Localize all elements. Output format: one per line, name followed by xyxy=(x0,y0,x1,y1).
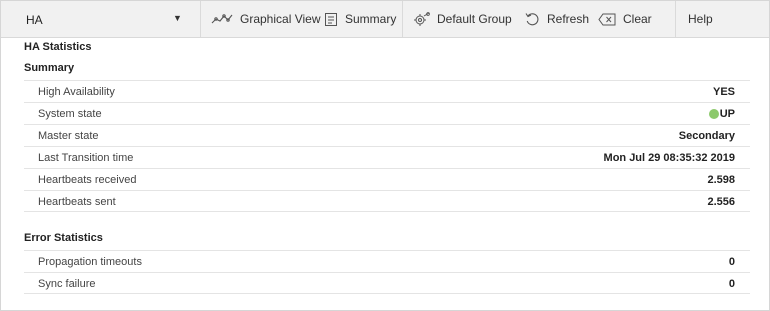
row-label: Sync failure xyxy=(38,278,96,290)
toolbar-divider xyxy=(675,1,676,37)
node-select-dropdown[interactable]: HA ▼ xyxy=(1,1,201,37)
table-row: Heartbeats received 2.598 xyxy=(24,168,750,190)
row-label: High Availability xyxy=(38,86,115,98)
graph-icon xyxy=(211,14,233,24)
summary-label: Summary xyxy=(345,12,397,26)
summary-button[interactable]: Summary xyxy=(324,1,396,37)
clear-button[interactable]: Clear xyxy=(598,1,652,37)
ha-statistics-panel: HA ▼ Graphical View Summary Default Grou… xyxy=(0,0,770,311)
default-group-label: Default Group xyxy=(437,12,512,26)
help-button[interactable]: Help xyxy=(688,1,713,37)
row-label: Last Transition time xyxy=(38,152,134,164)
row-value: 0 xyxy=(728,278,735,290)
row-value: 0 xyxy=(728,256,735,268)
gear-group-icon xyxy=(414,11,430,26)
row-label: Heartbeats received xyxy=(38,174,137,186)
table-row: Last Transition time Mon Jul 29 08:35:32… xyxy=(24,146,750,168)
table-row: Master state Secondary xyxy=(24,124,750,146)
dropdown-value: HA xyxy=(26,13,43,27)
row-value: UP xyxy=(719,108,735,120)
graphical-view-label: Graphical View xyxy=(240,12,321,26)
document-icon xyxy=(325,12,337,26)
row-value: 2.556 xyxy=(707,196,735,208)
default-group-button[interactable]: Default Group xyxy=(414,1,512,37)
error-section-title: Error Statistics xyxy=(24,232,103,244)
dropdown-arrow-icon: ▼ xyxy=(173,13,182,23)
table-row: System state UP xyxy=(24,102,750,124)
row-label: Propagation timeouts xyxy=(38,256,142,268)
system-state-value: UP xyxy=(708,108,735,120)
toolbar-divider xyxy=(402,1,403,37)
row-value: 2.598 xyxy=(707,174,735,186)
page-title: HA Statistics xyxy=(24,41,92,53)
row-value: Secondary xyxy=(678,130,735,142)
help-label: Help xyxy=(688,12,713,26)
table-row: Sync failure 0 xyxy=(24,272,750,294)
summary-section-title: Summary xyxy=(24,62,75,74)
toolbar: HA ▼ Graphical View Summary Default Grou… xyxy=(1,1,769,38)
clear-icon xyxy=(598,13,616,25)
refresh-icon xyxy=(525,12,539,25)
clear-label: Clear xyxy=(623,12,652,26)
row-value: Mon Jul 29 08:35:32 2019 xyxy=(603,152,735,164)
row-label: Master state xyxy=(38,130,99,142)
row-label: Heartbeats sent xyxy=(38,196,116,208)
refresh-button[interactable]: Refresh xyxy=(525,1,589,37)
refresh-label: Refresh xyxy=(547,12,590,26)
graphical-view-button[interactable]: Graphical View xyxy=(211,1,320,37)
status-dot-icon xyxy=(708,109,719,119)
table-row: Propagation timeouts 0 xyxy=(24,250,750,272)
table-row: High Availability YES xyxy=(24,80,750,102)
table-row: Heartbeats sent 2.556 xyxy=(24,190,750,212)
row-label: System state xyxy=(38,108,102,120)
row-value: YES xyxy=(712,86,735,98)
